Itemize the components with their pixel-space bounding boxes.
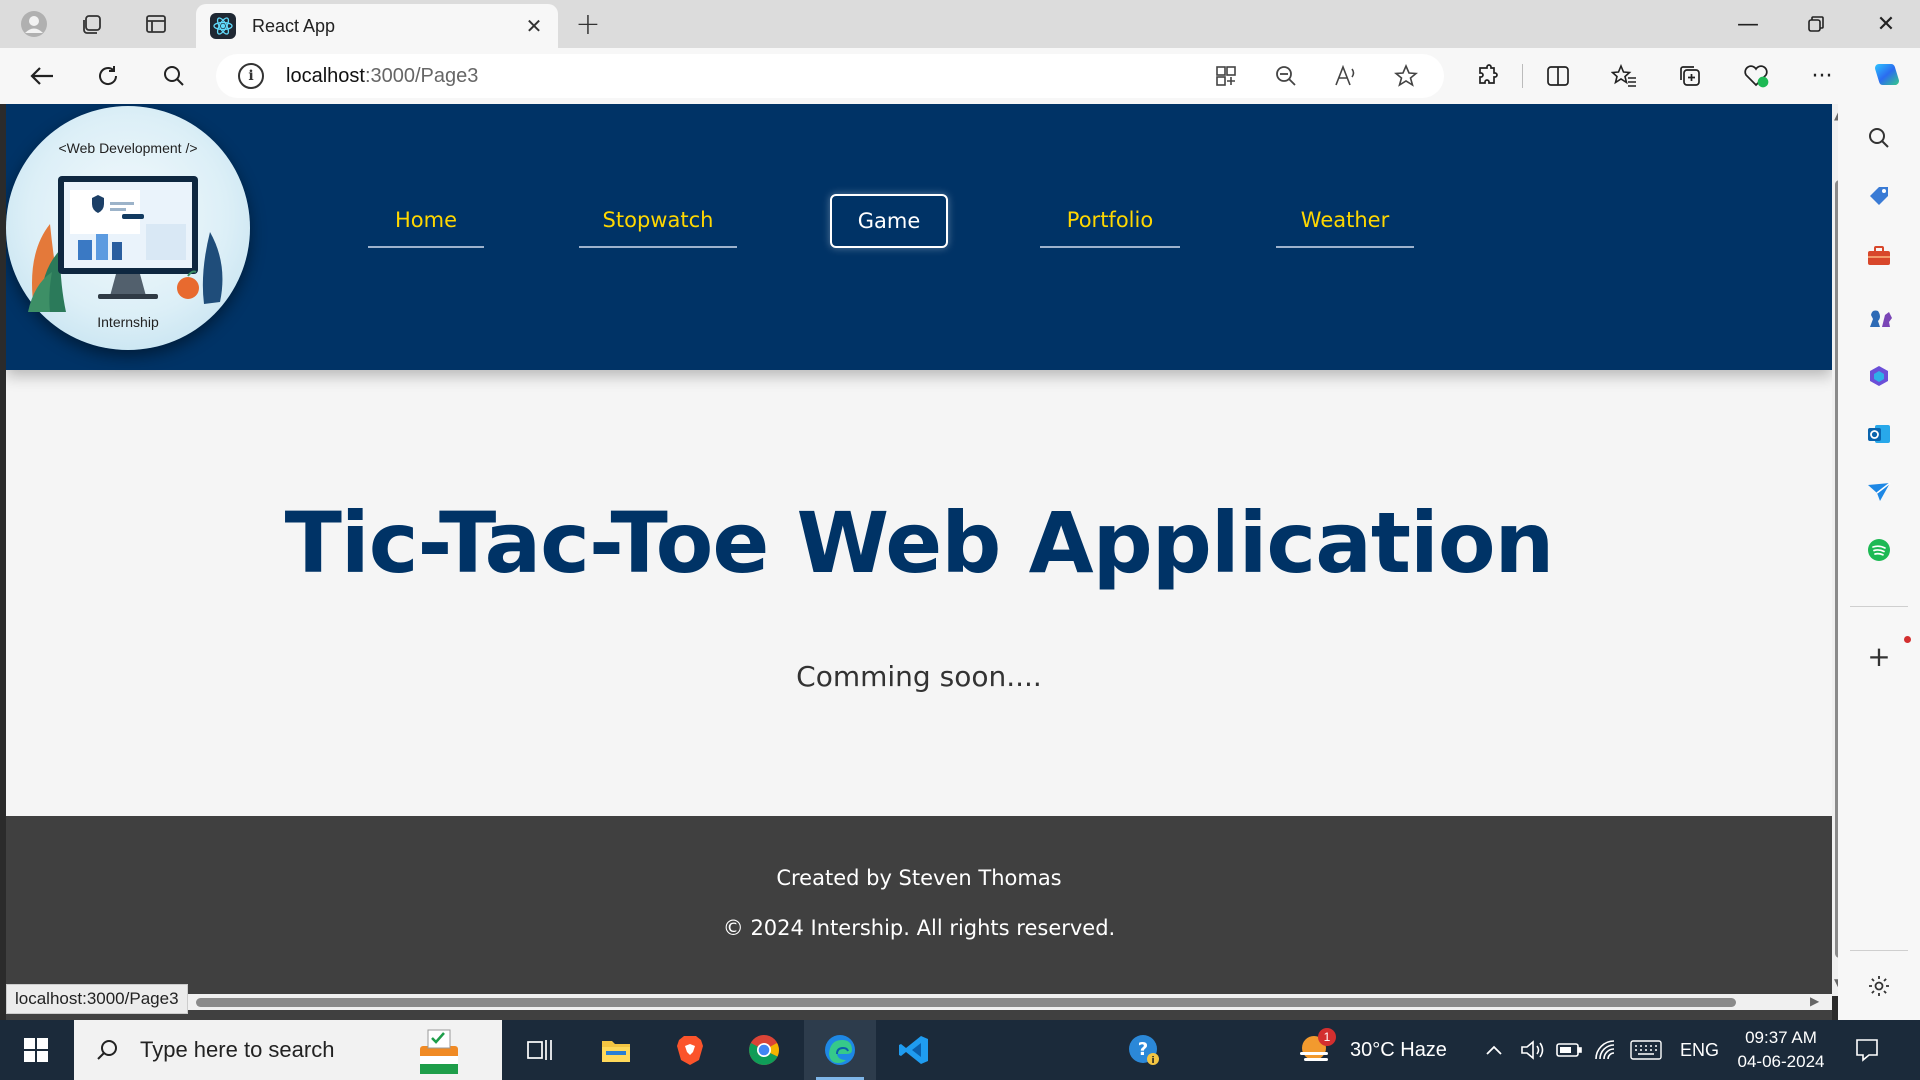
notifications-icon[interactable]: [1854, 1020, 1880, 1080]
network-icon[interactable]: [1594, 1020, 1618, 1080]
language-indicator[interactable]: ENG: [1680, 1020, 1719, 1080]
browser-tab-strip: React App ✕ + — ✕: [0, 0, 1920, 48]
horizontal-scroll-thumb[interactable]: [196, 998, 1736, 1007]
search-icon[interactable]: [154, 58, 194, 94]
nav-link-stopwatch[interactable]: Stopwatch: [579, 194, 737, 248]
sidebar-divider-bottom: [1850, 950, 1908, 951]
tab-title: React App: [252, 15, 336, 36]
edge-sidebar: +: [1838, 104, 1920, 1020]
weather-alert-badge: 1: [1318, 1028, 1336, 1046]
new-tab-icon[interactable]: +: [570, 7, 606, 42]
favorites-icon[interactable]: [1604, 58, 1644, 94]
zoom-out-icon[interactable]: [1266, 60, 1306, 92]
workspaces-icon[interactable]: [72, 8, 112, 40]
profile-icon[interactable]: [14, 8, 54, 40]
more-options-icon[interactable]: ···: [1802, 58, 1842, 94]
nav-link-home[interactable]: Home: [368, 194, 484, 248]
drop-send-icon[interactable]: [1863, 476, 1895, 508]
minimize-icon[interactable]: —: [1714, 0, 1782, 48]
footer-copyright: © 2024 Intership. All rights reserved.: [722, 916, 1116, 940]
footer-credit: Created by Steven Thomas: [776, 866, 1062, 890]
taskbar-search-icon: [92, 1035, 122, 1065]
address-bar[interactable]: i localhost:3000/Page3: [216, 54, 1444, 98]
logo-bottom-text: Internship: [97, 314, 159, 330]
svg-text:?: ?: [1138, 1039, 1148, 1060]
scroll-right-arrow-icon[interactable]: ▶: [1810, 994, 1819, 1008]
svg-text:i: i: [1151, 1056, 1154, 1066]
microsoft-365-icon[interactable]: [1863, 360, 1895, 392]
favorite-star-icon[interactable]: [1386, 60, 1426, 92]
collections-icon[interactable]: [1670, 58, 1710, 94]
tab-actions-icon[interactable]: [136, 8, 176, 40]
sidebar-settings-gear-icon[interactable]: [1863, 970, 1895, 1002]
windows-start-icon[interactable]: [0, 1020, 72, 1080]
page-viewport: <Web Development /> Internship Home Stop…: [6, 104, 1832, 1020]
sidebar-search-icon[interactable]: [1863, 122, 1895, 154]
url-text: localhost:3000/Page3: [286, 64, 479, 87]
page-title: Tic-Tac-Toe Web Application: [284, 494, 1555, 592]
computer-illustration: [28, 176, 223, 312]
add-sidebar-app-icon[interactable]: +: [1863, 640, 1895, 673]
outlook-icon[interactable]: [1863, 418, 1895, 450]
taskbar-search-placeholder: Type here to search: [140, 1037, 335, 1062]
close-tab-icon[interactable]: ✕: [520, 12, 548, 40]
ballot-box-icon: [410, 1026, 470, 1076]
site-footer: Created by Steven Thomas © 2024 Intershi…: [6, 816, 1832, 1020]
site-logo[interactable]: <Web Development /> Internship: [6, 106, 250, 350]
notification-dot: [1904, 636, 1911, 643]
browser-essentials-icon[interactable]: [1736, 58, 1776, 94]
browser-toolbar: i localhost:3000/Page3 ···: [0, 48, 1920, 104]
weather-widget[interactable]: 1 30°C Haze: [1296, 1020, 1447, 1080]
app-available-icon[interactable]: [1206, 60, 1246, 92]
nav-link-weather[interactable]: Weather: [1276, 194, 1414, 248]
copilot-icon[interactable]: [1866, 58, 1906, 94]
site-info-icon[interactable]: i: [238, 63, 264, 89]
windows-taskbar: Type here to search ? i 1 30°C Haze ENG …: [0, 1020, 1920, 1080]
taskbar-search-box[interactable]: Type here to search: [74, 1020, 502, 1080]
horizontal-scrollbar[interactable]: ▶: [6, 994, 1832, 1010]
task-view-icon[interactable]: [504, 1020, 576, 1080]
battery-icon[interactable]: [1556, 1020, 1582, 1080]
refresh-icon[interactable]: [88, 58, 128, 94]
clock-date: 04-06-2024: [1737, 1052, 1825, 1071]
toolbar-divider: [1522, 64, 1523, 88]
weather-text: 30°C Haze: [1350, 1038, 1447, 1061]
spotify-icon[interactable]: [1863, 534, 1895, 566]
sidebar-divider: [1850, 606, 1908, 607]
split-screen-icon[interactable]: [1538, 58, 1578, 94]
help-icon[interactable]: ? i: [1108, 1020, 1180, 1080]
site-header: <Web Development /> Internship Home Stop…: [6, 104, 1832, 370]
restore-icon[interactable]: [1782, 0, 1850, 48]
games-icon[interactable]: [1863, 300, 1895, 332]
back-icon[interactable]: [22, 58, 62, 94]
tools-icon[interactable]: [1863, 240, 1895, 272]
edge-browser-icon[interactable]: [804, 1020, 876, 1080]
logo-top-text: <Web Development />: [58, 140, 198, 156]
extensions-icon[interactable]: [1468, 58, 1508, 94]
volume-icon[interactable]: [1520, 1020, 1546, 1080]
system-clock[interactable]: 09:37 AM 04-06-2024: [1726, 1026, 1836, 1074]
tab-react-app[interactable]: React App ✕: [196, 4, 558, 48]
link-status-bar: localhost:3000/Page3: [6, 984, 188, 1014]
chrome-icon[interactable]: [728, 1020, 800, 1080]
brave-browser-icon[interactable]: [654, 1020, 726, 1080]
page-subtitle: Comming soon....: [796, 660, 1042, 693]
close-window-icon[interactable]: ✕: [1852, 0, 1920, 48]
nav-link-portfolio[interactable]: Portfolio: [1040, 194, 1180, 248]
shopping-tag-icon[interactable]: [1863, 180, 1895, 212]
vscode-icon[interactable]: [878, 1020, 950, 1080]
haze-weather-icon: 1: [1296, 1028, 1336, 1070]
read-aloud-icon[interactable]: [1326, 60, 1366, 92]
keyboard-icon[interactable]: [1630, 1020, 1662, 1080]
show-hidden-icons-chevron-up-icon[interactable]: [1484, 1020, 1504, 1080]
react-icon: [210, 13, 236, 39]
file-explorer-icon[interactable]: [580, 1020, 652, 1080]
nav-link-game[interactable]: Game: [830, 194, 948, 248]
clock-time: 09:37 AM: [1745, 1028, 1817, 1047]
